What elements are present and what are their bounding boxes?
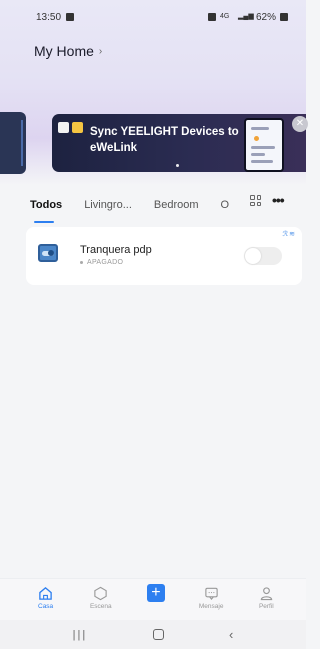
device-status: APAGADO <box>80 259 123 266</box>
banner-text: Sync YEELIGHT Devices to eWeLink <box>90 126 239 154</box>
hexagon-icon <box>93 585 109 601</box>
network-icon: 4G <box>219 13 230 20</box>
yeelight-logo-icon <box>72 122 83 133</box>
banner-pagination <box>176 164 179 167</box>
status-bar: 13:50 4G ▂▄▆ 62% <box>0 0 306 34</box>
nav-mensaje[interactable]: Mensaje <box>191 585 231 610</box>
close-icon[interactable]: ✕ <box>292 116 308 132</box>
status-time: 13:50 <box>36 11 62 23</box>
nav-label: Casa <box>38 603 54 610</box>
recents-icon[interactable]: ||| <box>73 629 88 641</box>
alarm-icon <box>207 13 216 21</box>
device-status-text: APAGADO <box>87 259 124 266</box>
nav-casa[interactable]: Casa <box>26 585 66 610</box>
nav-label: Perfil <box>258 603 274 610</box>
device-card[interactable]: Tranquera pdp APAGADO ℛ≋ <box>26 227 302 285</box>
bottom-navigation: Casa Escena + Mensaje Perfil <box>0 578 306 620</box>
back-icon[interactable]: ‹ <box>229 627 233 642</box>
promo-banner[interactable]: Sync YEELIGHT Devices to eWeLink <box>52 114 306 172</box>
grid-icon[interactable] <box>250 195 261 206</box>
more-icon[interactable]: ••• <box>272 193 285 207</box>
home-selector[interactable]: My Home › <box>34 43 102 59</box>
tab-todos[interactable]: Todos <box>30 199 62 223</box>
nav-label: Escena <box>89 603 112 610</box>
status-dot-icon <box>80 261 83 264</box>
nav-label: Mensaje <box>198 603 224 610</box>
tab-bedroom[interactable]: Bedroom <box>154 199 199 211</box>
device-power-toggle[interactable] <box>244 247 282 265</box>
nav-add[interactable]: + <box>136 584 176 602</box>
chevron-right-icon: › <box>98 45 103 57</box>
battery-icon <box>280 13 288 21</box>
phone-illustration-icon <box>244 118 284 172</box>
previous-banner[interactable] <box>0 112 26 174</box>
person-icon <box>258 585 274 601</box>
system-navigation-bar: ||| ‹ <box>0 620 306 649</box>
home-title: My Home <box>34 43 94 59</box>
wifi-icon: ℛ≋ <box>282 231 296 238</box>
home-icon <box>38 585 54 601</box>
tab-livingroom[interactable]: Livingro... <box>84 199 132 211</box>
device-name: Tranquera pdp <box>80 244 152 256</box>
tab-other[interactable]: O <box>221 199 230 211</box>
ewelink-logo-icon <box>58 122 69 133</box>
home-button-icon[interactable] <box>152 629 164 640</box>
notification-icon <box>66 13 75 21</box>
switch-device-icon <box>38 244 58 262</box>
signal-icon: ▂▄▆ <box>237 13 254 20</box>
nav-perfil[interactable]: Perfil <box>246 585 286 610</box>
message-icon <box>203 585 219 601</box>
battery-percent: 62% <box>255 11 276 23</box>
nav-escena[interactable]: Escena <box>81 585 121 610</box>
plus-icon: + <box>146 584 165 602</box>
